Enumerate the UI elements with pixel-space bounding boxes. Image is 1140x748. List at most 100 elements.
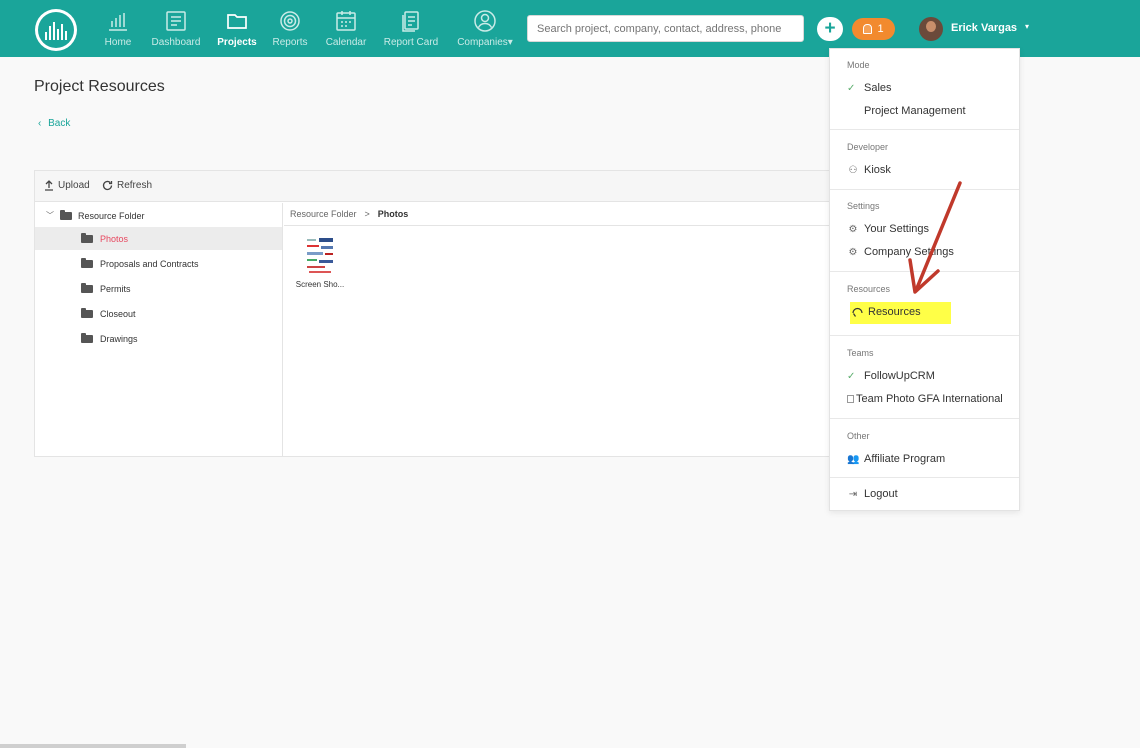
tree-root-label: Resource Folder — [78, 210, 145, 221]
upload-button[interactable]: Upload — [44, 180, 90, 191]
resources-icon — [852, 307, 863, 317]
resource-panel: Upload Refresh ﹀ Resource Folder Photos … — [34, 170, 864, 457]
menu-item-sales[interactable]: ✓ Sales — [847, 82, 892, 94]
nav-item-calendar[interactable]: Calendar — [324, 9, 368, 51]
bell-icon — [863, 24, 873, 34]
file-item[interactable]: Screen Sho... — [290, 236, 350, 289]
menu-item-logout[interactable]: ⇥ Logout — [847, 488, 898, 500]
nav-item-dashboard[interactable]: Dashboard — [150, 9, 202, 51]
tree-item-label: Permits — [100, 283, 131, 294]
users-icon: 👥 — [847, 453, 860, 465]
menu-item-label: FollowUpCRM — [864, 370, 935, 382]
app-logo[interactable] — [35, 9, 77, 51]
tree-item-label: Photos — [100, 233, 129, 244]
gear-icon: ⚙ — [848, 246, 858, 258]
nav-item-home[interactable]: Home — [103, 9, 133, 51]
nav-label-companies: Companies▾ — [457, 37, 513, 48]
search-input[interactable] — [527, 15, 804, 42]
nav-label-calendar: Calendar — [325, 37, 367, 48]
tree-item-permits[interactable]: Permits — [35, 277, 282, 300]
bar-chart-icon — [109, 13, 127, 31]
file-thumbnail — [303, 236, 337, 276]
target-icon — [280, 11, 300, 31]
gear-icon: ⚙ — [848, 223, 858, 235]
chevron-left-icon: ‹ — [38, 118, 42, 129]
breadcrumb-current: Photos — [377, 209, 409, 219]
breadcrumb: Resource Folder > Photos — [284, 203, 864, 226]
section-title-teams: Teams — [847, 348, 874, 358]
check-icon: ✓ — [847, 370, 856, 382]
nav-item-companies[interactable]: Companies▾ — [455, 9, 515, 51]
check-icon: ✓ — [847, 82, 856, 94]
section-title-mode: Mode — [847, 60, 870, 70]
dashboard-icon — [166, 11, 186, 31]
section-title-settings: Settings — [847, 201, 880, 211]
chevron-down-icon[interactable]: ▾ — [1025, 22, 1029, 31]
back-label: Back — [48, 118, 71, 129]
chevron-down-icon[interactable]: ﹀ — [46, 210, 54, 221]
divider — [830, 335, 1019, 336]
report-card-icon — [402, 11, 419, 32]
avatar[interactable] — [919, 17, 943, 41]
menu-item-label: Affiliate Program — [864, 453, 946, 465]
tree-item-photos[interactable]: Photos — [35, 227, 282, 250]
nav-item-reports[interactable]: Reports — [271, 9, 309, 51]
broken-image-icon — [847, 395, 854, 403]
tree-item-label: Proposals and Contracts — [100, 258, 199, 269]
menu-item-label: Team Photo GFA International — [856, 393, 1003, 405]
upload-label: Upload — [58, 180, 90, 191]
tree-root[interactable]: ﹀ Resource Folder — [46, 209, 145, 221]
kiosk-icon: ⚇ — [848, 164, 858, 176]
folder-icon — [60, 209, 72, 220]
menu-item-label: Sales — [864, 82, 892, 94]
tree-item-drawings[interactable]: Drawings — [35, 327, 282, 350]
user-circle-icon — [474, 10, 496, 32]
tree-item-closeout[interactable]: Closeout — [35, 302, 282, 325]
section-title-other: Other — [847, 431, 870, 441]
section-title-developer: Developer — [847, 142, 889, 152]
annotation-arrow — [908, 181, 962, 294]
nav-label-dashboard: Dashboard — [151, 37, 201, 48]
refresh-label: Refresh — [117, 180, 153, 191]
menu-item-resources[interactable]: Resources — [851, 306, 921, 318]
notifications-button[interactable]: 1 — [852, 18, 895, 40]
menu-item-label: Project Management — [864, 105, 966, 117]
scrollbar[interactable] — [0, 744, 186, 748]
menu-item-followupcrm[interactable]: ✓ FollowUpCRM — [847, 370, 935, 382]
page-title: Project Resources — [34, 78, 165, 95]
calendar-icon — [336, 11, 356, 31]
upload-icon — [45, 180, 53, 191]
folder-icon — [81, 307, 93, 318]
menu-item-project-management[interactable]: Project Management — [847, 105, 966, 117]
add-button[interactable]: + — [817, 17, 843, 41]
nav-item-report-card[interactable]: Report Card — [382, 9, 440, 51]
divider — [830, 418, 1019, 419]
nav-label-reports: Reports — [272, 37, 308, 48]
tree-item-proposals[interactable]: Proposals and Contracts — [35, 252, 282, 275]
back-link[interactable]: ‹ Back — [38, 118, 70, 129]
file-name: Screen Sho... — [295, 280, 345, 289]
menu-item-label: Resources — [868, 306, 921, 318]
tree-item-label: Closeout — [100, 308, 136, 319]
menu-item-label: Logout — [864, 488, 898, 500]
section-title-resources: Resources — [847, 284, 891, 294]
folder-icon — [227, 14, 247, 29]
divider — [830, 477, 1019, 478]
nav-label-report-card: Report Card — [383, 37, 439, 48]
breadcrumb-separator: > — [364, 209, 370, 219]
refresh-icon — [102, 180, 113, 191]
nav-item-projects[interactable]: Projects — [217, 9, 257, 51]
menu-item-team-gfa[interactable]: Team Photo GFA International — [847, 393, 1003, 405]
menu-item-label: Kiosk — [864, 164, 891, 176]
folder-tree: ﹀ Resource Folder Photos Proposals and C… — [35, 203, 283, 457]
refresh-button[interactable]: Refresh — [102, 180, 152, 191]
user-name[interactable]: Erick Vargas — [951, 22, 1017, 34]
folder-icon — [81, 332, 93, 343]
tree-item-label: Drawings — [100, 333, 138, 344]
menu-item-kiosk[interactable]: ⚇ Kiosk — [847, 164, 891, 176]
menu-item-affiliate-program[interactable]: 👥 Affiliate Program — [847, 453, 945, 465]
nav-label-projects: Projects — [217, 37, 257, 48]
breadcrumb-parent[interactable]: Resource Folder — [290, 209, 357, 219]
nav-label-home: Home — [104, 37, 132, 48]
folder-icon — [81, 232, 93, 243]
